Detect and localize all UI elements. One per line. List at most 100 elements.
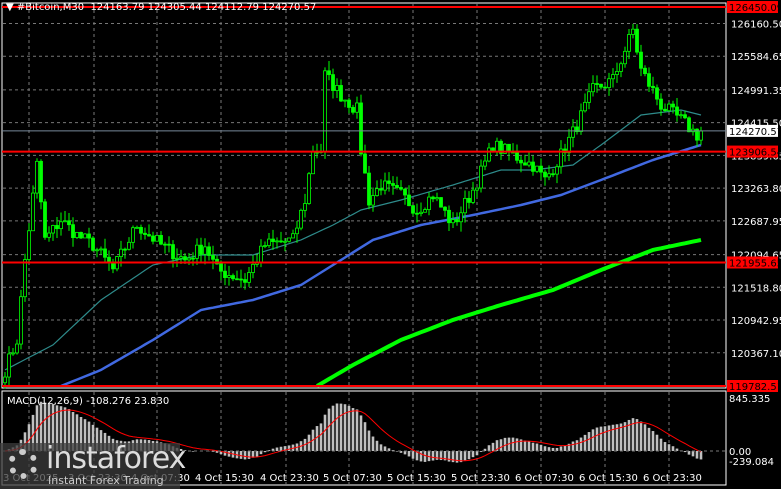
candle <box>499 139 503 160</box>
candle <box>371 187 375 212</box>
candle <box>591 75 595 97</box>
candle-body <box>607 78 611 88</box>
candle <box>31 185 35 232</box>
candle-body <box>203 246 207 255</box>
candle-body <box>155 235 159 242</box>
macd-bar <box>347 405 351 451</box>
candle-body <box>679 114 683 117</box>
candle <box>327 61 331 81</box>
candle-body <box>339 85 343 102</box>
macd-bar <box>471 451 475 458</box>
macd-bar <box>431 451 435 461</box>
candle <box>683 110 687 120</box>
candle <box>223 263 227 286</box>
candle-body <box>611 74 615 80</box>
candle <box>615 62 619 83</box>
candle-body <box>19 296 23 345</box>
candle <box>267 233 271 248</box>
y-tick-label: 121518.80 <box>731 283 781 294</box>
candle-body <box>147 234 151 237</box>
candle <box>543 169 547 186</box>
candle-body <box>631 28 635 35</box>
candle <box>43 198 47 240</box>
candle <box>67 212 71 231</box>
level-price-label: 121955.65 <box>729 258 781 269</box>
macd-bar <box>487 445 491 451</box>
price-chart[interactable]: 126160.50125584.65124991.35124415.501238… <box>0 0 781 489</box>
candle-body <box>243 279 247 283</box>
candle-body <box>359 102 363 155</box>
macd-bar <box>591 429 595 451</box>
macd-bar <box>583 434 587 451</box>
candle <box>115 255 119 272</box>
candle-body <box>231 275 235 280</box>
candle <box>83 233 87 239</box>
macd-bar <box>479 451 483 452</box>
candle-body <box>583 101 587 112</box>
candle-body <box>539 165 543 173</box>
symbol-label: #Bitcoin,M30 <box>16 2 85 13</box>
candle <box>87 227 91 248</box>
candle <box>279 231 283 244</box>
candle-body <box>683 114 687 119</box>
collapse-icon[interactable]: ▼ <box>6 2 17 13</box>
candle-body <box>271 238 275 242</box>
candle <box>611 68 615 88</box>
candle <box>131 225 135 249</box>
candle-body <box>411 205 415 214</box>
candle-body <box>227 275 231 278</box>
candle-body <box>23 259 27 298</box>
macd-bar <box>191 451 195 452</box>
macd-bar <box>407 451 411 457</box>
gear-logo-icon <box>8 449 38 479</box>
candle <box>15 339 19 355</box>
candle <box>75 231 79 239</box>
candle-body <box>43 201 47 238</box>
macd-bar <box>323 414 327 451</box>
macd-bar <box>595 427 599 451</box>
candle <box>79 231 83 240</box>
candle-body <box>639 51 643 69</box>
macd-bar <box>447 451 451 462</box>
high-value: 124305.44 <box>147 2 202 13</box>
candle <box>535 165 539 174</box>
candle-body <box>347 99 351 108</box>
macd-bar <box>663 442 667 451</box>
candle-body <box>439 197 443 208</box>
candle <box>335 78 339 99</box>
macd-bar <box>379 444 383 451</box>
candle-body <box>531 161 535 172</box>
level-price-label: 126450.09 <box>729 3 781 14</box>
macd-bar <box>523 440 527 451</box>
macd-bar <box>351 408 355 451</box>
macd-bar <box>491 442 495 451</box>
candle <box>251 255 255 279</box>
candle-body <box>307 173 311 204</box>
candle-body <box>515 152 519 161</box>
candle-body <box>467 197 471 203</box>
candle <box>635 24 639 55</box>
x-tick-label: 6 Oct 23:30 <box>643 473 702 484</box>
candle <box>667 101 671 112</box>
candle-body <box>27 230 31 260</box>
candle <box>55 217 59 239</box>
macd-bar <box>239 451 243 459</box>
candle <box>495 137 499 156</box>
candle-body <box>371 195 375 206</box>
candle <box>139 224 143 240</box>
candle <box>195 238 199 265</box>
candle-body <box>31 192 35 232</box>
candle-body <box>475 187 479 191</box>
candle-body <box>35 160 39 194</box>
candle-body <box>63 220 67 223</box>
candle-body <box>379 188 383 191</box>
candle <box>475 187 479 198</box>
candle <box>675 98 679 122</box>
candle <box>531 155 535 176</box>
candle <box>447 205 451 231</box>
candle <box>551 169 555 178</box>
macd-bar <box>243 451 247 460</box>
macd-bar <box>587 432 591 451</box>
y-tick-label: 120367.10 <box>731 349 781 360</box>
macd-bar <box>531 442 535 451</box>
